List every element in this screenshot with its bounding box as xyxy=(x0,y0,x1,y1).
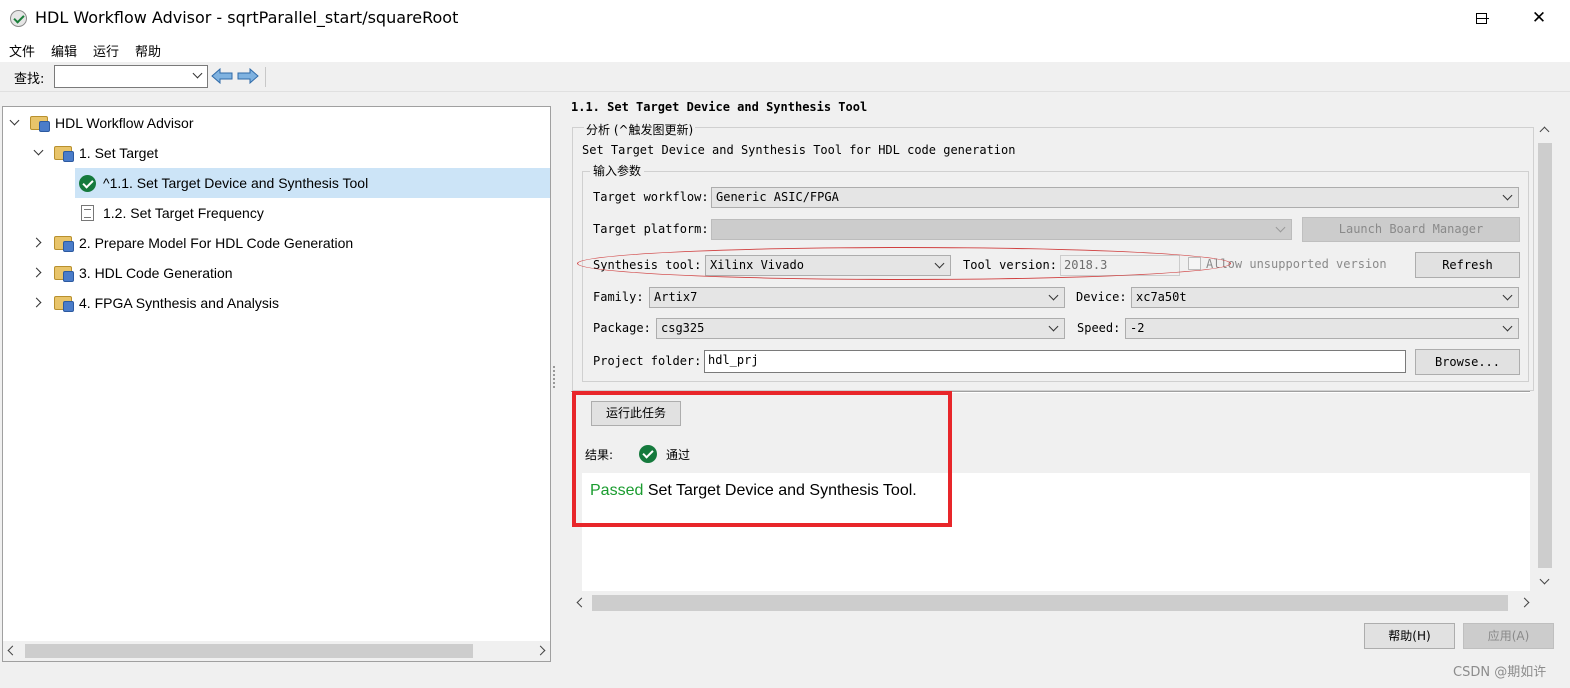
title-bar: HDL Workflow Advisor - sqrtParallel_star… xyxy=(0,0,1570,38)
tree-item-label: 1.2. Set Target Frequency xyxy=(103,205,264,221)
annotation-box xyxy=(572,391,952,527)
chevron-down-icon[interactable] xyxy=(9,115,20,126)
menu-edit[interactable]: 编辑 xyxy=(51,41,77,60)
scroll-up-icon[interactable] xyxy=(1539,126,1550,137)
menu-help[interactable]: 帮助 xyxy=(135,41,161,60)
chevron-down-icon[interactable] xyxy=(33,145,44,156)
refresh-button[interactable]: Refresh xyxy=(1415,252,1520,278)
close-icon: ✕ xyxy=(1531,8,1547,28)
device-select[interactable]: xc7a50t xyxy=(1131,287,1519,308)
input-parameters-label: 输入参数 xyxy=(590,162,645,179)
scroll-thumb[interactable] xyxy=(1538,143,1552,568)
tree-item-set-target-device[interactable]: ^1.1. Set Target Device and Synthesis To… xyxy=(75,168,550,198)
task-description: Set Target Device and Synthesis Tool for… xyxy=(582,143,1016,157)
device-value: xc7a50t xyxy=(1136,290,1187,304)
watermark: CSDN @期如许 xyxy=(1453,665,1547,680)
menu-bar: 文件 编辑 运行 帮助 xyxy=(0,38,1570,62)
tree-item-set-target-frequency[interactable]: 1.2. Set Target Frequency xyxy=(3,198,550,228)
tree-item-label: 2. Prepare Model For HDL Code Generation xyxy=(79,235,354,251)
tree-item-label: 1. Set Target xyxy=(79,145,159,161)
task-tree: HDL Workflow Advisor 1. Set Target ^1.1.… xyxy=(2,106,551,662)
chevron-down-icon xyxy=(1502,321,1513,332)
folder-icon xyxy=(54,296,74,312)
tree-item-prepare-model[interactable]: 2. Prepare Model For HDL Code Generation xyxy=(3,228,550,258)
device-label: Device: xyxy=(1076,290,1127,304)
scroll-right-icon[interactable] xyxy=(535,645,546,656)
tree-item-label: ^1.1. Set Target Device and Synthesis To… xyxy=(103,175,369,191)
close-button[interactable]: ✕ xyxy=(1524,0,1554,38)
tree-item-set-target[interactable]: 1. Set Target xyxy=(3,138,550,168)
package-label: Package: xyxy=(593,321,651,335)
folder-icon xyxy=(30,116,50,132)
right-vertical-scrollbar[interactable] xyxy=(1536,121,1554,591)
window-title: HDL Workflow Advisor - sqrtParallel_star… xyxy=(35,8,459,27)
chevron-down-icon xyxy=(1048,321,1059,332)
menu-run[interactable]: 运行 xyxy=(93,41,119,60)
package-select[interactable]: csg325 xyxy=(656,318,1065,339)
maximize-icon xyxy=(1475,12,1487,24)
project-folder-label: Project folder: xyxy=(593,354,702,368)
help-button[interactable]: 帮助(H) xyxy=(1364,623,1455,649)
chevron-down-icon xyxy=(1502,190,1513,201)
scroll-thumb[interactable] xyxy=(592,595,1508,611)
speed-value: -2 xyxy=(1130,321,1145,335)
launch-board-manager-button[interactable]: Launch Board Manager xyxy=(1302,217,1520,242)
speed-label: Speed: xyxy=(1077,321,1121,335)
family-label: Family: xyxy=(593,290,644,304)
scroll-left-icon[interactable] xyxy=(576,597,587,608)
annotation-ellipse xyxy=(577,247,1231,280)
folder-icon xyxy=(54,146,74,162)
folder-icon xyxy=(54,236,74,252)
browse-button[interactable]: Browse... xyxy=(1415,349,1520,375)
splitter-handle[interactable] xyxy=(553,366,556,388)
scroll-thumb[interactable] xyxy=(25,644,473,658)
toolbar-separator xyxy=(265,67,266,87)
target-workflow-select[interactable]: Generic ASIC/FPGA xyxy=(711,187,1519,208)
tree-item-label: HDL Workflow Advisor xyxy=(55,115,194,131)
project-folder-input[interactable]: hdl_prj xyxy=(704,350,1406,373)
maximize-button[interactable] xyxy=(1466,0,1496,38)
scroll-down-icon[interactable] xyxy=(1539,574,1550,585)
chevron-down-icon xyxy=(1275,222,1286,233)
find-combo[interactable] xyxy=(54,65,208,88)
chevron-down-icon xyxy=(192,68,203,79)
find-label: 查找: xyxy=(14,72,45,87)
back-arrow-icon[interactable] xyxy=(211,68,233,84)
chevron-down-icon xyxy=(1502,290,1513,301)
apply-button[interactable]: 应用(A) xyxy=(1463,623,1554,649)
check-icon xyxy=(79,175,96,192)
package-value: csg325 xyxy=(661,321,705,335)
family-select[interactable]: Artix7 xyxy=(649,287,1065,308)
allow-unsupported-label: Allow unsupported version xyxy=(1206,257,1387,271)
target-platform-label: Target platform: xyxy=(593,222,709,236)
chevron-right-icon[interactable] xyxy=(31,237,42,248)
scroll-right-icon[interactable] xyxy=(1519,597,1530,608)
analysis-label: 分析 (^触发图更新) xyxy=(584,121,696,138)
task-title: 1.1. Set Target Device and Synthesis Too… xyxy=(571,100,868,114)
document-icon xyxy=(81,205,94,221)
tree-horizontal-scrollbar[interactable] xyxy=(3,641,550,661)
family-value: Artix7 xyxy=(654,290,698,304)
chevron-right-icon[interactable] xyxy=(31,297,42,308)
scroll-left-icon[interactable] xyxy=(7,645,18,656)
speed-select[interactable]: -2 xyxy=(1125,318,1519,339)
tree-item-label: 4. FPGA Synthesis and Analysis xyxy=(79,295,279,311)
target-platform-select[interactable] xyxy=(711,219,1292,240)
target-workflow-value: Generic ASIC/FPGA xyxy=(716,190,839,204)
folder-icon xyxy=(54,266,74,282)
target-workflow-label: Target workflow: xyxy=(593,190,709,204)
menu-file[interactable]: 文件 xyxy=(9,41,35,60)
tree-item-root[interactable]: HDL Workflow Advisor xyxy=(3,108,550,138)
toolbar: 查找: xyxy=(0,62,1570,92)
tree-item-label: 3. HDL Code Generation xyxy=(79,265,233,281)
forward-arrow-icon[interactable] xyxy=(237,68,259,84)
chevron-right-icon[interactable] xyxy=(31,267,42,278)
tree-item-fpga-synthesis[interactable]: 4. FPGA Synthesis and Analysis xyxy=(3,288,550,318)
app-icon xyxy=(10,10,27,27)
tree-item-hdl-code-generation[interactable]: 3. HDL Code Generation xyxy=(3,258,550,288)
right-horizontal-scrollbar[interactable] xyxy=(572,593,1534,613)
chevron-down-icon xyxy=(1048,290,1059,301)
